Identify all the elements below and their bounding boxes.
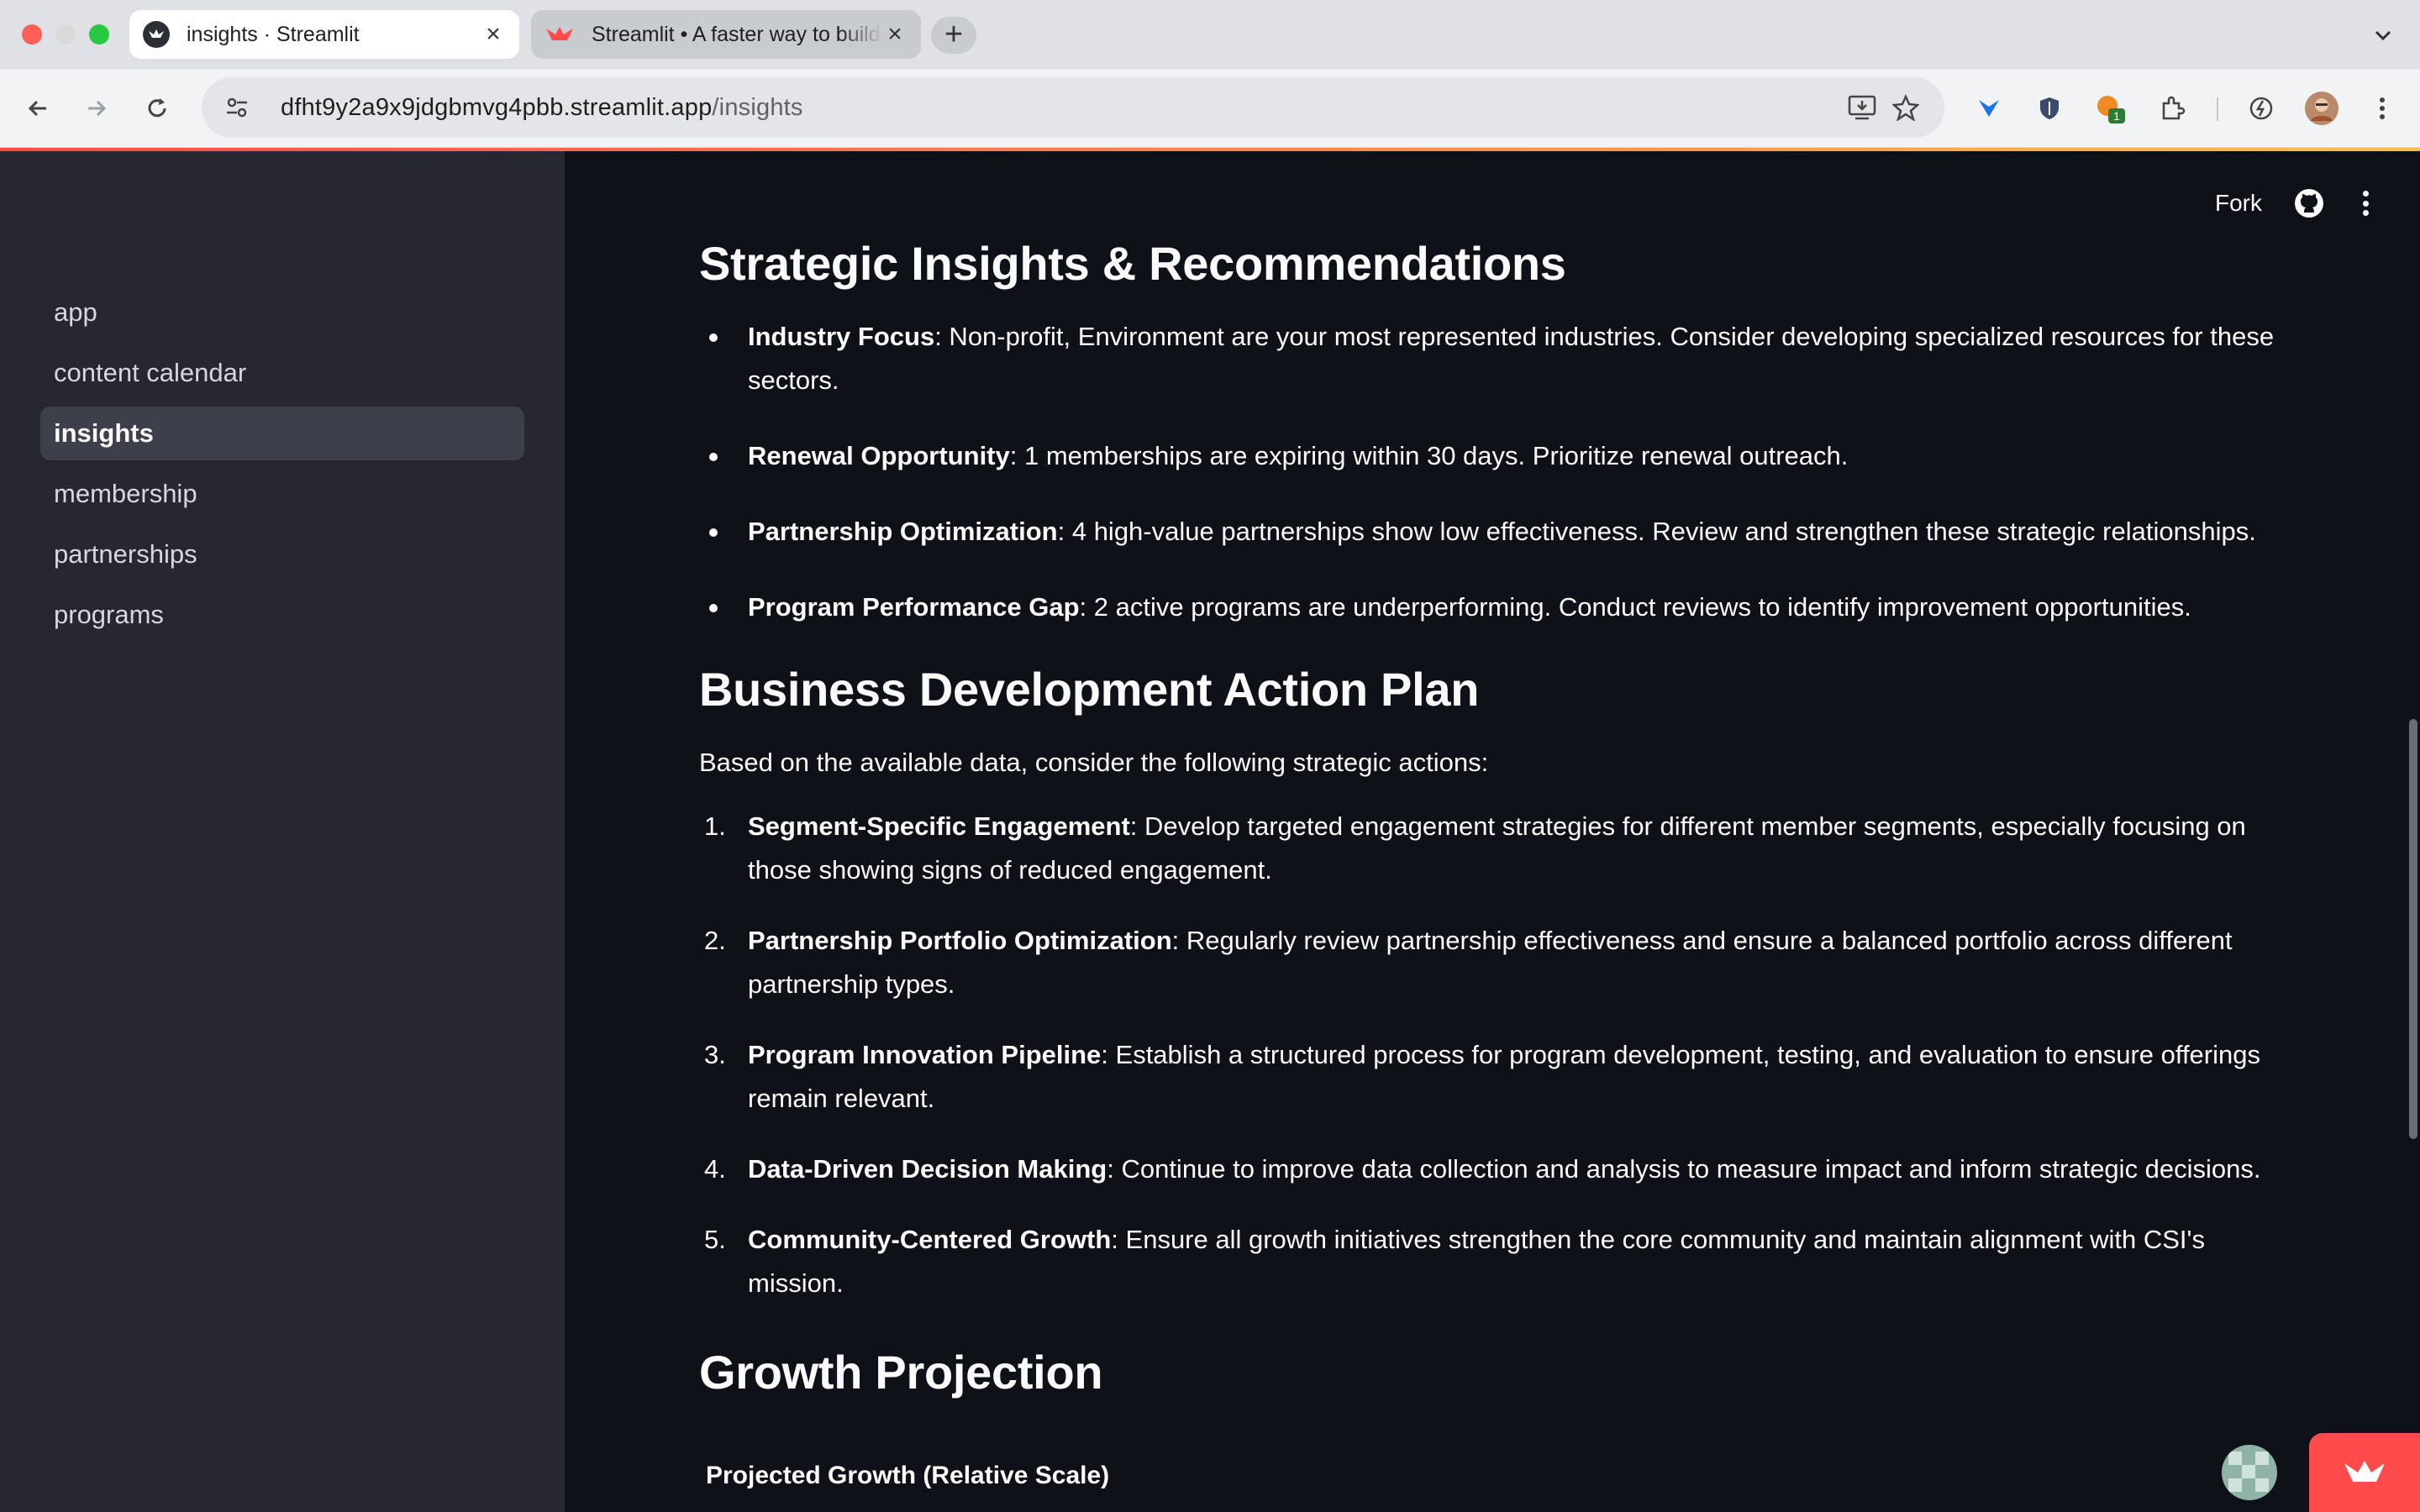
streamlit-badge-button[interactable] — [2309, 1433, 2420, 1512]
window-close-button[interactable] — [22, 24, 42, 45]
list-item: Partnership Optimization: 4 high-value p… — [699, 510, 2279, 554]
growth-heading: Growth Projection — [699, 1346, 1103, 1399]
svg-text:1: 1 — [2113, 109, 2120, 123]
app-menu-icon[interactable] — [2361, 191, 2370, 216]
tab-close-icon[interactable]: × — [481, 22, 506, 47]
page-body: Strategic Insights & Recommendations Ind… — [699, 235, 2279, 1490]
sidebar-item-content-calendar[interactable]: content calendar — [40, 346, 524, 400]
list-item: Industry Focus: Non-profit, Environment … — [699, 315, 2279, 402]
insights-list: Industry Focus: Non-profit, Environment … — [699, 315, 2279, 629]
sidebar-item-label: content calendar — [54, 358, 247, 387]
browser-toolbar: dfht9y2a9x9jdgbmvg4pbb.streamlit.app/ins… — [0, 69, 2420, 148]
address-bar[interactable]: dfht9y2a9x9jdgbmvg4pbb.streamlit.app/ins… — [202, 77, 1944, 138]
window-maximize-button[interactable] — [89, 24, 109, 45]
sidebar-item-label: insights — [54, 418, 154, 448]
streamlit-crown-icon — [544, 22, 575, 47]
browser-tab-streamlit-home[interactable]: Streamlit • A faster way to build and sh… — [531, 10, 921, 59]
window-minimize-button[interactable] — [55, 24, 76, 45]
github-icon[interactable] — [2294, 188, 2324, 218]
sidebar-item-label: membership — [54, 479, 197, 508]
viewer-avatar[interactable] — [2222, 1445, 2277, 1500]
sidebar-nav: app content calendar insights membership… — [40, 286, 524, 648]
growth-chart-title: Projected Growth (Relative Scale) — [706, 1461, 1110, 1489]
tab-search-chevron-icon[interactable] — [2368, 20, 2398, 50]
sidebar-item-membership[interactable]: membership — [40, 467, 524, 521]
page-scrollbar[interactable] — [2407, 151, 2420, 1512]
extension-badge-icon[interactable]: 1 — [2089, 87, 2131, 129]
action-plan-list: 1. Segment-Specific Engagement: Develop t… — [699, 805, 2279, 1305]
streamlit-favicon-icon — [143, 21, 170, 48]
list-item: 2. Partnership Portfolio Optimization: Re… — [704, 926, 2233, 1000]
forward-arrow-icon[interactable] — [76, 87, 118, 129]
streamlit-crown-icon — [2344, 1461, 2385, 1482]
browser-tab-strip: insights · Streamlit × Streamlit • A fas… — [0, 0, 2420, 69]
tab-title: Streamlit • A faster way to build and sh… — [592, 22, 882, 46]
sidebar-item-label: partnerships — [54, 539, 197, 569]
list-item: 1. Segment-Specific Engagement: Develop t… — [704, 811, 2246, 885]
list-item: Program Performance Gap: 2 active progra… — [699, 585, 2279, 629]
fork-button[interactable]: Fork — [2215, 190, 2262, 217]
main-content: Fork Strategic Insights & Recommendation… — [565, 151, 2420, 1512]
sidebar: app content calendar insights membership… — [0, 151, 565, 1512]
sidebar-item-insights[interactable]: insights — [40, 407, 524, 460]
site-settings-icon[interactable] — [218, 89, 255, 126]
browser-tab-insights[interactable]: insights · Streamlit × — [129, 10, 519, 59]
insights-heading: Strategic Insights & Recommendations — [699, 237, 1566, 290]
scrollbar-thumb[interactable] — [2409, 719, 2417, 1139]
performance-icon[interactable] — [2240, 87, 2282, 129]
reload-icon[interactable] — [136, 87, 178, 129]
list-item: Renewal Opportunity: 1 memberships are e… — [699, 434, 2279, 478]
list-item: 3. Program Innovation Pipeline: Establish… — [704, 1040, 2260, 1114]
sidebar-item-app[interactable]: app — [40, 286, 524, 339]
sidebar-item-partnerships[interactable]: partnerships — [40, 528, 524, 581]
browser-menu-icon[interactable] — [2361, 87, 2403, 129]
profile-avatar[interactable] — [2301, 87, 2343, 129]
sidebar-item-label: app — [54, 297, 97, 327]
sidebar-item-label: programs — [54, 600, 164, 629]
action-plan-heading: Business Development Action Plan — [699, 663, 1480, 717]
toolbar-separator — [2217, 97, 2218, 121]
tab-close-icon[interactable]: × — [882, 22, 908, 47]
bookmark-star-icon[interactable] — [1884, 86, 1928, 129]
extensions-puzzle-icon[interactable] — [2151, 87, 2193, 129]
install-app-icon[interactable] — [1840, 86, 1884, 129]
extension-arrow-icon[interactable] — [1968, 87, 2010, 129]
action-plan-intro: Based on the available data, consider th… — [699, 748, 1489, 778]
list-item: 4. Data-Driven Decision Making: Continue … — [704, 1154, 2261, 1184]
list-item: 5. Community-Centered Growth: Ensure all … — [704, 1225, 2205, 1299]
app-header-actions: Fork — [2215, 188, 2370, 218]
new-tab-button[interactable]: + — [931, 17, 976, 54]
sidebar-item-programs[interactable]: programs — [40, 588, 524, 642]
url-text[interactable]: dfht9y2a9x9jdgbmvg4pbb.streamlit.app/ins… — [281, 94, 1840, 122]
extension-shield-icon[interactable] — [2028, 87, 2070, 129]
tab-title: insights · Streamlit — [187, 22, 360, 46]
back-arrow-icon[interactable] — [17, 87, 59, 129]
